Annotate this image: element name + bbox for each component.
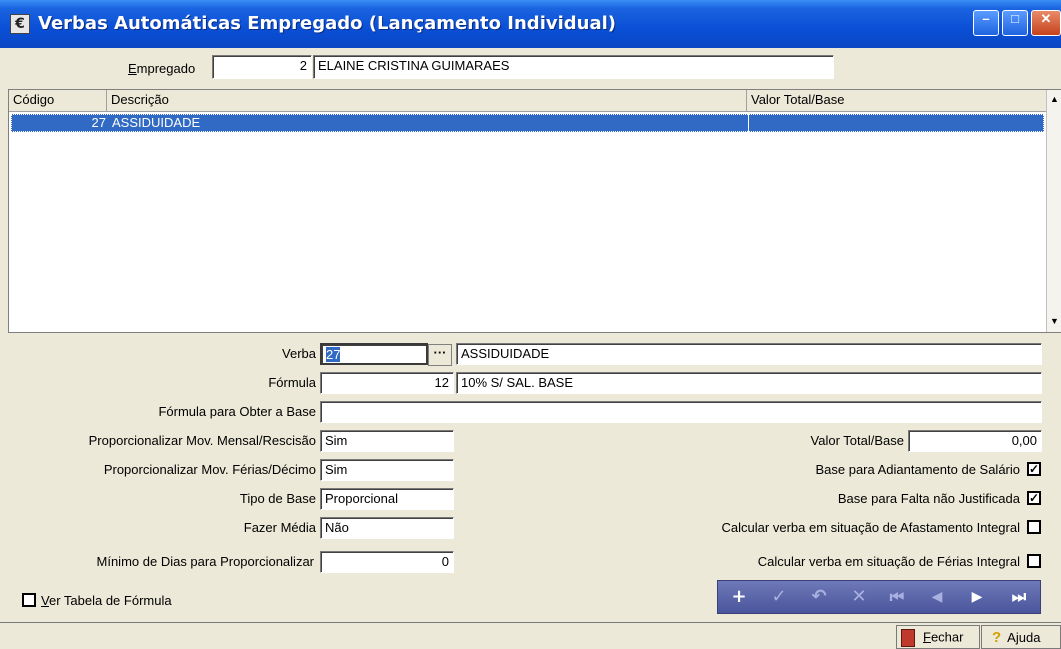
verba-label: Verba	[282, 346, 316, 361]
tipo-base-field[interactable]: Proporcional	[320, 488, 454, 510]
verba-code-field[interactable]: 27	[320, 343, 428, 365]
column-header-descricao[interactable]: Descrição	[107, 90, 747, 111]
formula-code-field[interactable]: 12	[320, 372, 454, 394]
verba-code-selected: 27	[326, 347, 341, 362]
cell-divider	[748, 114, 749, 132]
close-button[interactable]: ✕	[1031, 10, 1061, 36]
cell-descricao: ASSIDUIDADE	[112, 115, 201, 130]
add-button[interactable]: +	[724, 585, 754, 609]
minimize-button[interactable]: –	[973, 10, 999, 36]
ferias-integral-checkbox[interactable]	[1027, 554, 1041, 568]
empregado-name-field[interactable]: ELAINE CRISTINA GUIMARAES	[313, 55, 834, 79]
prop-ferias-label: Proporcionalizar Mov. Férias/Décimo	[103, 462, 316, 477]
last-record-button[interactable]: ⏭	[1004, 585, 1034, 609]
cell-codigo: 27	[91, 115, 106, 130]
undo-button[interactable]: ↶	[804, 585, 834, 609]
column-header-codigo[interactable]: Código	[9, 90, 107, 111]
window-title: Verbas Automáticas Empregado (Lançamento…	[38, 13, 617, 34]
base-adiantamento-label: Base para Adiantamento de Salário	[815, 462, 1020, 477]
ver-tabela-checkbox[interactable]	[22, 593, 36, 607]
confirm-button[interactable]: ✓	[764, 585, 794, 609]
next-record-button[interactable]: ▶	[962, 585, 992, 609]
formula-description-field[interactable]: 10% S/ SAL. BASE	[456, 372, 1042, 394]
prior-record-button[interactable]: ◀	[922, 585, 952, 609]
prop-mensal-field[interactable]: Sim	[320, 430, 454, 452]
base-adiantamento-checkbox[interactable]: ✓	[1027, 462, 1041, 476]
base-falta-label: Base para Falta não Justificada	[837, 491, 1020, 506]
vertical-scrollbar[interactable]: ▲ ▼	[1046, 90, 1061, 332]
record-navigator: + ✓ ↶ ✕ ⏮ ◀ ▶ ⏭	[717, 580, 1041, 614]
fazer-media-label: Fazer Média	[243, 520, 316, 535]
table-row[interactable]: 27 ASSIDUIDADE	[11, 114, 1044, 132]
door-icon	[901, 629, 915, 647]
empregado-label: Empregado	[128, 61, 196, 76]
maximize-button[interactable]: □	[1002, 10, 1028, 36]
verbas-grid[interactable]: Código Descrição Valor Total/Base 27 ASS…	[8, 89, 1061, 333]
ajuda-button[interactable]: ? Ajuda	[981, 625, 1061, 649]
minimo-dias-label: Mínimo de Dias para Proporcionalizar	[96, 554, 314, 569]
valor-total-label: Valor Total/Base	[810, 433, 904, 448]
base-falta-checkbox[interactable]: ✓	[1027, 491, 1041, 505]
scroll-up-arrow-icon[interactable]: ▲	[1047, 90, 1061, 108]
afastamento-label: Calcular verba em situação de Afastament…	[721, 520, 1020, 535]
verba-lookup-button[interactable]: ···	[428, 344, 452, 366]
fechar-button[interactable]: Fechar	[896, 625, 980, 649]
scroll-down-arrow-icon[interactable]: ▼	[1047, 312, 1061, 330]
prop-ferias-field[interactable]: Sim	[320, 459, 454, 481]
afastamento-checkbox[interactable]	[1027, 520, 1041, 534]
ferias-integral-label: Calcular verba em situação de Férias Int…	[757, 554, 1020, 569]
help-icon: ?	[992, 629, 1002, 646]
formula-base-label: Fórmula para Obter a Base	[158, 404, 316, 419]
valor-total-field[interactable]: 0,00	[908, 430, 1042, 452]
empregado-code-field[interactable]: 2	[212, 55, 312, 79]
grid-header: Código Descrição Valor Total/Base	[9, 90, 1046, 112]
tipo-base-label: Tipo de Base	[239, 491, 316, 506]
delete-button[interactable]: ✕	[844, 585, 874, 609]
formula-base-field[interactable]	[320, 401, 1042, 423]
fazer-media-field[interactable]: Não	[320, 517, 454, 539]
app-icon[interactable]: €	[10, 14, 30, 34]
column-header-valor[interactable]: Valor Total/Base	[747, 90, 1046, 111]
verba-description-field[interactable]: ASSIDUIDADE	[456, 343, 1042, 365]
prop-mensal-label: Proporcionalizar Mov. Mensal/Rescisão	[88, 433, 316, 448]
minimo-dias-field[interactable]: 0	[320, 551, 454, 573]
ver-tabela-label[interactable]: Ver Tabela de Fórmula	[41, 593, 172, 608]
first-record-button[interactable]: ⏮	[882, 585, 912, 609]
formula-label: Fórmula	[268, 375, 316, 390]
